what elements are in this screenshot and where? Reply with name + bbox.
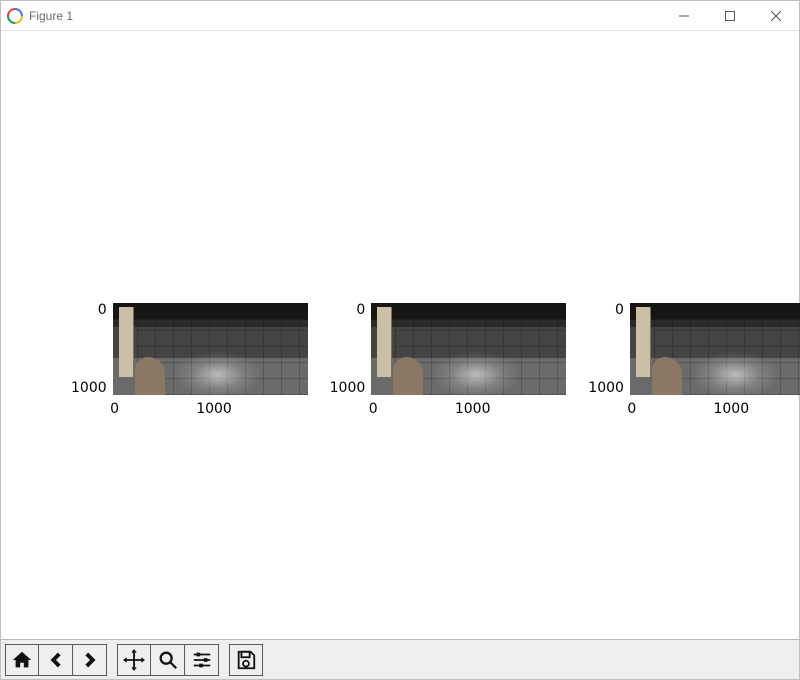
y-tick-labels: 0 1000	[330, 303, 366, 395]
axes-wrap: 0 1000	[113, 303, 308, 417]
app-icon	[7, 8, 23, 24]
subplot-1: 0100001000	[71, 303, 308, 417]
save-button[interactable]	[229, 644, 263, 676]
maximize-button[interactable]	[707, 1, 753, 31]
app-window: Figure 1 010000100001000010000100001000	[0, 0, 800, 680]
y-tick-label: 0	[98, 303, 107, 317]
subplot-2: 0100001000	[330, 303, 567, 417]
glare	[173, 351, 263, 399]
subplot-3: 0100001000	[588, 303, 800, 417]
x-tick-label: 1000	[196, 401, 232, 417]
y-tick-labels: 0 1000	[588, 303, 624, 395]
figure-canvas[interactable]: 010000100001000010000100001000	[1, 31, 799, 639]
figure-area: 010000100001000010000100001000	[1, 31, 799, 639]
matplotlib-toolbar	[1, 639, 799, 679]
glare	[431, 351, 521, 399]
x-tick-labels: 0 1000	[371, 401, 566, 417]
y-tick-label: 1000	[588, 381, 624, 395]
axes-image	[113, 303, 308, 395]
x-tick-labels: 0 1000	[630, 401, 800, 417]
y-tick-labels: 0 1000	[71, 303, 107, 395]
close-button[interactable]	[753, 1, 799, 31]
forward-button[interactable]	[73, 644, 107, 676]
titlebar: Figure 1	[1, 1, 799, 31]
y-tick-label: 0	[356, 303, 365, 317]
axes-image	[630, 303, 800, 395]
back-button[interactable]	[39, 644, 73, 676]
axes-wrap: 0 1000	[371, 303, 566, 417]
axes-wrap: 0 1000	[630, 303, 800, 417]
y-tick-label: 0	[615, 303, 624, 317]
window-title: Figure 1	[29, 9, 73, 23]
finger-shape	[135, 357, 165, 395]
zoom-button[interactable]	[151, 644, 185, 676]
axes-image	[371, 303, 566, 395]
x-tick-label: 0	[627, 401, 636, 417]
pan-button[interactable]	[117, 644, 151, 676]
finger-shape	[393, 357, 423, 395]
glare	[690, 351, 780, 399]
subplots-row: 010000100001000010000100001000	[71, 303, 800, 417]
configure-subplots-button[interactable]	[185, 644, 219, 676]
y-tick-label: 1000	[330, 381, 366, 395]
x-tick-label: 1000	[713, 401, 749, 417]
y-tick-label: 1000	[71, 381, 107, 395]
x-tick-labels: 0 1000	[113, 401, 308, 417]
minimize-button[interactable]	[661, 1, 707, 31]
x-tick-label: 0	[369, 401, 378, 417]
finger-shape	[652, 357, 682, 395]
x-tick-label: 1000	[455, 401, 491, 417]
x-tick-label: 0	[110, 401, 119, 417]
home-button[interactable]	[5, 644, 39, 676]
